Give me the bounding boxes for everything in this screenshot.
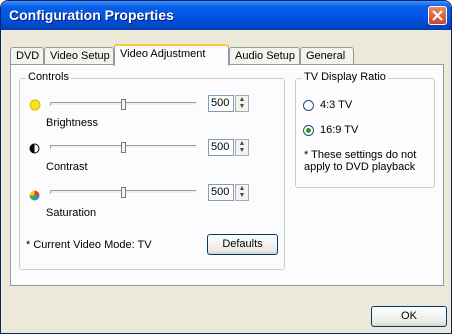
tab-label: Video Adjustment xyxy=(120,48,206,60)
brightness-slider-thumb[interactable] xyxy=(121,99,126,110)
tab-bar: DVD Video Setup Video Adjustment Audio S… xyxy=(10,44,450,66)
dialog-window: Configuration Properties DVD Video Setup… xyxy=(0,0,452,334)
spin-up-icon[interactable]: ▲ xyxy=(236,185,248,192)
brightness-label: Brightness xyxy=(46,117,98,129)
radio-4-3-tv[interactable] xyxy=(303,100,314,111)
tv-ratio-group-title: TV Display Ratio xyxy=(302,71,388,83)
spin-down-icon[interactable]: ▼ xyxy=(236,103,248,110)
controls-group: Controls 500 ▲ ▼ Brightness 500 ▲ ▼ Cont… xyxy=(19,71,285,270)
contrast-label: Contrast xyxy=(46,161,88,173)
radio-16-9-label[interactable]: 16:9 TV xyxy=(320,124,358,136)
contrast-slider-thumb[interactable] xyxy=(121,142,126,153)
saturation-label: Saturation xyxy=(46,207,97,219)
contrast-spinner[interactable]: ▲ ▼ xyxy=(235,139,249,156)
ratio-note: * These settings do not apply to DVD pla… xyxy=(304,149,417,173)
window-title: Configuration Properties xyxy=(9,7,174,23)
sun-icon xyxy=(29,99,41,111)
tab-general[interactable]: General xyxy=(300,47,354,64)
spin-down-icon[interactable]: ▼ xyxy=(236,147,248,154)
controls-group-title: Controls xyxy=(26,71,71,83)
tab-label: DVD xyxy=(16,50,40,62)
contrast-icon xyxy=(29,143,40,154)
tab-video-adjustment[interactable]: Video Adjustment xyxy=(114,44,229,66)
radio-4-3-label[interactable]: 4:3 TV xyxy=(320,99,352,111)
defaults-button[interactable]: Defaults xyxy=(207,234,278,255)
close-button[interactable] xyxy=(428,6,447,25)
title-bar[interactable]: Configuration Properties xyxy=(1,1,451,30)
brightness-spinner[interactable]: ▲ ▼ xyxy=(235,95,249,112)
saturation-spinner[interactable]: ▲ ▼ xyxy=(235,184,249,201)
tab-label: Video Setup xyxy=(50,50,110,62)
spin-up-icon[interactable]: ▲ xyxy=(236,140,248,147)
radio-16-9-tv[interactable] xyxy=(303,125,314,136)
tab-audio-setup[interactable]: Audio Setup xyxy=(229,47,300,64)
color-wheel-icon xyxy=(29,190,40,201)
tab-label: Audio Setup xyxy=(235,50,295,62)
tab-video-setup[interactable]: Video Setup xyxy=(44,47,114,64)
close-icon xyxy=(432,10,443,21)
tab-label: General xyxy=(306,50,346,62)
brightness-input[interactable]: 500 xyxy=(208,95,234,112)
saturation-input[interactable]: 500 xyxy=(208,184,234,201)
video-mode-text: * Current Video Mode: TV xyxy=(26,239,152,251)
ok-button[interactable]: OK xyxy=(371,306,447,327)
tab-panel: Controls 500 ▲ ▼ Brightness 500 ▲ ▼ Cont… xyxy=(10,64,444,286)
tv-ratio-group: TV Display Ratio 4:3 TV 16:9 TV * These … xyxy=(295,71,435,188)
contrast-input[interactable]: 500 xyxy=(208,139,234,156)
tab-dvd[interactable]: DVD xyxy=(10,47,44,64)
spin-down-icon[interactable]: ▼ xyxy=(236,192,248,199)
spin-up-icon[interactable]: ▲ xyxy=(236,96,248,103)
saturation-slider-thumb[interactable] xyxy=(121,187,126,198)
